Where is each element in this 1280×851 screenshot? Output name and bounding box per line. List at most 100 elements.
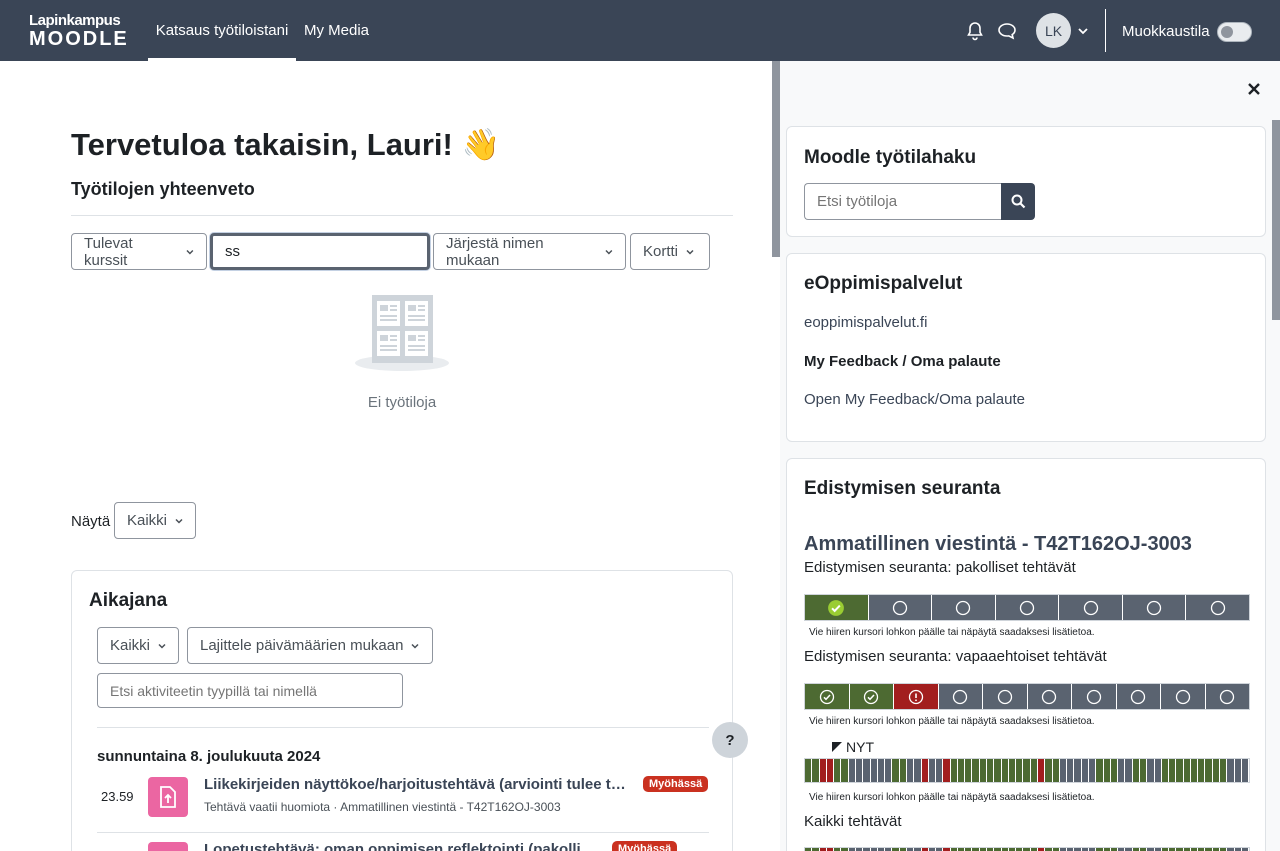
assignment-icon[interactable] — [148, 842, 188, 851]
progress-cell[interactable] — [1081, 759, 1089, 782]
progress-cell-todo[interactable] — [1186, 595, 1250, 620]
progress-cell[interactable] — [972, 759, 980, 782]
timeline-filter-select[interactable]: Kaikki — [97, 627, 179, 664]
progress-cell[interactable] — [1038, 759, 1046, 782]
view-select[interactable]: Kortti — [630, 233, 710, 270]
progress-cell-todo[interactable] — [983, 684, 1028, 709]
progress-cell[interactable] — [1052, 759, 1060, 782]
progress-cell[interactable] — [950, 759, 958, 782]
timeline-search-input[interactable] — [97, 673, 403, 708]
progress-cell[interactable] — [834, 759, 842, 782]
progress-cell[interactable] — [1023, 759, 1031, 782]
drawer-scrollbar[interactable] — [1272, 120, 1280, 320]
progress-cell[interactable] — [928, 759, 937, 782]
progress-cell[interactable] — [914, 759, 922, 782]
progress-cell-todo[interactable] — [1161, 684, 1206, 709]
progress-cell[interactable] — [805, 759, 813, 782]
progress-cell-done[interactable] — [805, 595, 869, 620]
progress-cell[interactable] — [1212, 759, 1221, 782]
progress-cell[interactable] — [863, 759, 871, 782]
close-icon[interactable] — [1246, 81, 1262, 97]
workspace-search-input[interactable] — [804, 183, 1002, 220]
main-scrollbar[interactable] — [772, 61, 780, 257]
site-logo[interactable]: Lapinkampus MOODLE — [29, 13, 129, 49]
progress-cell[interactable] — [979, 759, 988, 782]
assignment-icon[interactable] — [148, 777, 188, 817]
show-select[interactable]: Kaikki — [114, 502, 196, 539]
progress-cell[interactable] — [1227, 759, 1235, 782]
progress-cell[interactable] — [855, 759, 864, 782]
progress-cell[interactable] — [885, 759, 893, 782]
sort-select[interactable]: Järjestä nimen mukaan — [433, 233, 626, 270]
progress-cell[interactable] — [906, 759, 915, 782]
progress-cell[interactable] — [1139, 759, 1148, 782]
timeline-item-name[interactable]: Lopetustehtävä: oman oppimisen reflektoi… — [204, 841, 604, 851]
progress-cell-todo[interactable] — [938, 684, 983, 709]
progress-cell[interactable] — [841, 759, 849, 782]
progress-cell[interactable] — [1132, 759, 1140, 782]
help-button[interactable]: ? — [712, 722, 748, 758]
progress-cell[interactable] — [1016, 759, 1024, 782]
progress-cell[interactable] — [1008, 759, 1017, 782]
elearning-link[interactable]: eoppimispalvelut.fi — [804, 314, 927, 331]
feedback-link[interactable]: Open My Feedback/Oma palaute — [804, 391, 1025, 408]
progress-cell[interactable] — [1045, 759, 1053, 782]
progress-cell[interactable] — [921, 759, 929, 782]
progress-course-title[interactable]: Ammatillinen viestintä - T42T162OJ-3003 — [804, 533, 1192, 556]
progress-cell-todo[interactable] — [932, 595, 996, 620]
messages-icon[interactable] — [996, 20, 1018, 42]
progress-cell[interactable] — [812, 759, 820, 782]
progress-cell[interactable] — [1067, 759, 1075, 782]
progress-cell[interactable] — [1183, 759, 1191, 782]
progress-cell-todo[interactable] — [1059, 595, 1123, 620]
bell-icon[interactable] — [964, 20, 986, 42]
progress-cell[interactable] — [826, 759, 835, 782]
progress-cell[interactable] — [1001, 759, 1009, 782]
progress-cell[interactable] — [1241, 759, 1250, 782]
progress-cell-done[interactable] — [849, 684, 894, 709]
progress-cell[interactable] — [1103, 759, 1111, 782]
progress-cell-todo[interactable] — [1072, 684, 1117, 709]
progress-cell-todo[interactable] — [868, 595, 933, 620]
progress-cell[interactable] — [870, 759, 878, 782]
progress-cell[interactable] — [819, 759, 827, 782]
course-search-input[interactable] — [210, 233, 430, 270]
progress-cell[interactable] — [1154, 759, 1162, 782]
progress-cell[interactable] — [892, 759, 900, 782]
progress-cell[interactable] — [1125, 759, 1133, 782]
nav-my-media[interactable]: My Media — [304, 0, 369, 61]
progress-cell[interactable] — [965, 759, 973, 782]
timeline-item-name[interactable]: Liikekirjeiden näyttökoe/harjoitustehtäv… — [204, 776, 634, 793]
progress-cell[interactable] — [899, 759, 907, 782]
progress-cell[interactable] — [1176, 759, 1184, 782]
progress-cell[interactable] — [1161, 759, 1170, 782]
progress-cell-todo[interactable] — [1116, 684, 1161, 709]
nav-dashboard[interactable]: Katsaus työtiloistani — [148, 0, 296, 61]
progress-cell[interactable] — [987, 759, 995, 782]
progress-cell[interactable] — [1220, 759, 1228, 782]
progress-cell[interactable] — [848, 759, 856, 782]
progress-cell[interactable] — [936, 759, 944, 782]
chevron-down-icon[interactable] — [1078, 26, 1088, 36]
progress-cell-todo[interactable] — [1122, 595, 1187, 620]
progress-cell-todo[interactable] — [1205, 684, 1249, 709]
progress-cell-done[interactable] — [805, 684, 850, 709]
progress-cell[interactable] — [1074, 759, 1082, 782]
timeline-sort-select[interactable]: Lajittele päivämäärien mukaan — [187, 627, 433, 664]
edit-mode-toggle[interactable] — [1217, 22, 1252, 42]
progress-cell[interactable] — [1096, 759, 1104, 782]
progress-cell[interactable] — [957, 759, 966, 782]
user-avatar[interactable]: LK — [1036, 13, 1071, 48]
progress-cell[interactable] — [877, 759, 886, 782]
progress-cell[interactable] — [1118, 759, 1126, 782]
progress-cell[interactable] — [1030, 759, 1038, 782]
progress-cell[interactable] — [943, 759, 951, 782]
grouping-select[interactable]: Tulevat kurssit — [71, 233, 207, 270]
progress-cell-todo[interactable] — [995, 595, 1060, 620]
progress-cell[interactable] — [994, 759, 1002, 782]
progress-cell-todo[interactable] — [1027, 684, 1072, 709]
progress-cell[interactable] — [1088, 759, 1097, 782]
progress-cell[interactable] — [1198, 759, 1206, 782]
progress-cell[interactable] — [1059, 759, 1068, 782]
progress-cell[interactable] — [1169, 759, 1177, 782]
